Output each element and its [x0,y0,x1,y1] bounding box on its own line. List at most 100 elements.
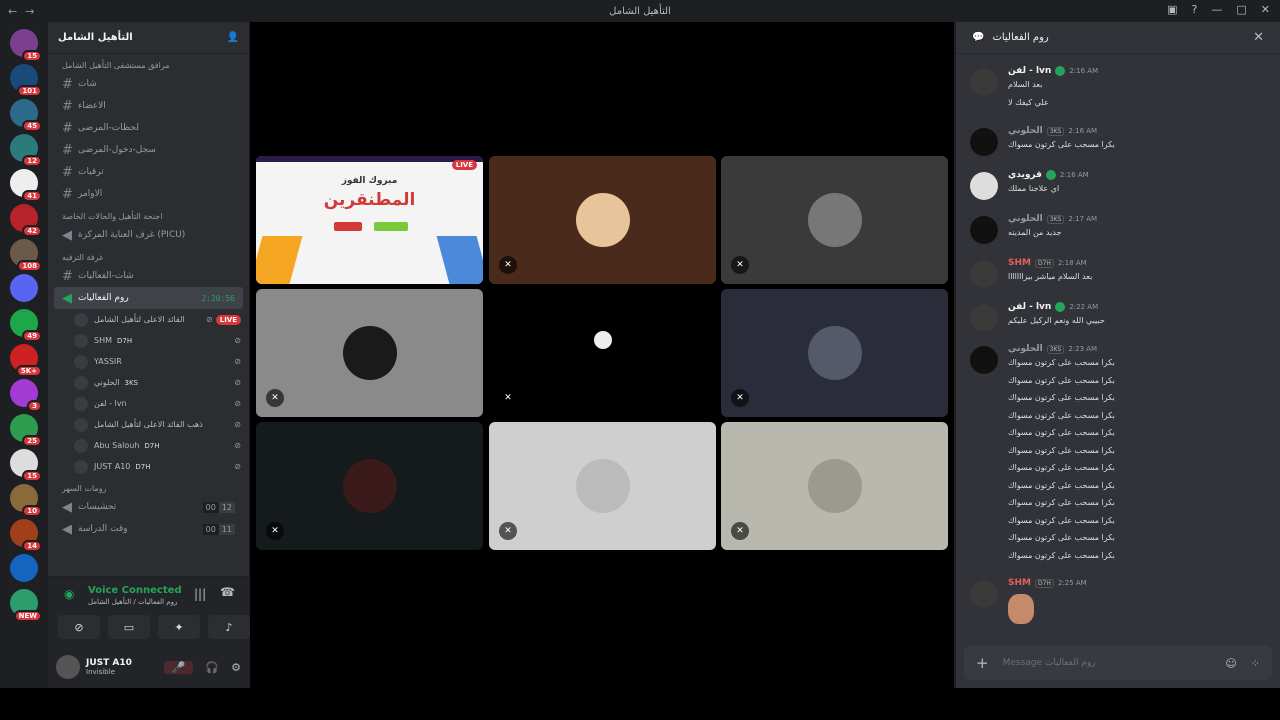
message-text: بكرا مسحب على كرتون مسواك [1008,445,1115,455]
text-channel[interactable]: # سجل-دخول-المرضى [54,139,243,161]
voice-channel[interactable]: ◀ تحشيسات 00 12 [54,496,243,518]
voice-channel-events[interactable]: ◀ روم الفعاليات 2:20:56 [54,287,243,309]
emoji-icon[interactable]: ☺ [1225,657,1236,670]
message-author[interactable]: SHM [1008,578,1031,588]
text-channel[interactable]: # الاعضاء [54,95,243,117]
settings-gear-icon[interactable]: ⚙ [231,661,241,674]
mention-badge: 108 [17,260,42,272]
message-header: SHM D7H 2:25 AM [1008,578,1270,588]
voice-user[interactable]: Abu Salouh D7H ⊘ [74,435,249,456]
voice-user[interactable]: القائد الاعلى لتأهيل الشامل ⊘ LIVE [74,309,249,330]
server-icon[interactable]: 45 [10,99,42,132]
voice-user[interactable]: JUST A10 D7H ⊘ [74,456,249,477]
participant-tile[interactable]: ✕ [489,422,716,550]
voice-user-name: الحلوني [94,378,120,387]
text-channel[interactable]: # شات [54,73,243,95]
chat-message: الحلوني 3KS 2:16 AM بكرا مسحب على كرتون مسو… [970,126,1270,156]
stream-tile[interactable]: LIVE مبروك الفوز المطنقرين [256,156,483,284]
channel-label: ترقيات [78,167,104,177]
chat-message: الحلوني 3KS 2:17 AM جديد من المدينه [970,214,1270,244]
server-icon[interactable] [10,274,38,302]
server-icon[interactable]: 10 [10,484,42,517]
voice-user[interactable]: YASSIR ⊘ [74,351,249,372]
signal-icon[interactable]: ◉ [64,587,74,601]
inbox-icon[interactable]: ▣ [1167,3,1177,16]
avatar[interactable] [970,128,998,156]
participant-tile[interactable]: ✕ [721,422,948,550]
message-input[interactable]: + Message روم الفعاليات ☺ ⁘ [964,646,1272,680]
server-icon[interactable]: 25 [10,414,42,447]
avatar[interactable] [56,655,80,679]
participant-tile[interactable]: ✕ [721,289,948,417]
text-channel[interactable]: # ترقيات [54,161,243,183]
message-header: الحلوني 3KS 2:16 AM [1008,126,1270,136]
server-icon[interactable]: 108 [10,239,42,272]
minimize-icon[interactable]: — [1211,3,1222,16]
message-author[interactable]: الحلوني [1008,214,1043,224]
server-icon[interactable]: 3 [10,379,42,412]
avatar[interactable] [970,580,998,608]
message-author[interactable]: قرويدي [1008,170,1042,180]
server-icon[interactable]: 41 [10,169,42,202]
server-icon[interactable]: 5K+ [10,344,42,377]
disconnect-icon[interactable]: ☎ [220,585,235,599]
camera-button[interactable]: ⊘ [58,615,100,639]
server-icon[interactable]: 15 [10,29,42,62]
category-header[interactable]: غرفة الترفيه [48,246,249,265]
avatar[interactable] [970,216,998,244]
voice-user[interactable]: ذهب القائد الاعلى لتأهيل الشامل ⊘ [74,414,249,435]
category-header[interactable]: اجنحة التأهيل والحالات الخاصة [48,205,249,224]
avatar[interactable] [970,304,998,332]
channel-label: روم الفعاليات [78,293,129,303]
avatar[interactable] [970,68,998,96]
voice-channel-picu[interactable]: ◀ غرف العناية المركزة (PICU) [54,224,243,246]
chat-message: الحلوني 3KS 2:23 AM بكرا مسحب على كرتون مسو… [970,344,1270,564]
screen-share-button[interactable]: ▭ [108,615,150,639]
participant-tile[interactable]: ✕ [721,156,948,284]
server-icon[interactable]: 12 [10,134,42,167]
participant-avatar [575,459,630,513]
message-author[interactable]: SHM [1008,258,1031,268]
voice-channel[interactable]: ◀ وقت الدراسة 00 11 [54,518,243,540]
message-author[interactable]: لفن - lvn [1008,302,1051,312]
category-header[interactable]: مرافق مستشفى التأهيل الشامل [48,54,249,73]
avatar[interactable] [970,260,998,288]
noise-suppression-icon[interactable]: ||| [194,587,206,601]
soundboard-button[interactable]: ♪ [208,615,250,639]
message-author[interactable]: لفن - lvn [1008,66,1051,76]
close-icon[interactable]: ✕ [1253,30,1264,45]
apps-icon[interactable]: ⁘ [1251,657,1260,670]
activities-button[interactable]: ✦ [158,615,200,639]
maximize-icon[interactable]: □ [1236,3,1246,16]
participant-tile[interactable]: ✕ [256,422,483,550]
server-icon[interactable]: 15 [10,449,42,482]
text-channel[interactable]: # لحظات-المرضى [54,117,243,139]
message-author[interactable]: الحلوني [1008,344,1043,354]
voice-user[interactable]: لفن - lvn ⊘ [74,393,249,414]
message-author[interactable]: الحلوني [1008,126,1043,136]
voice-user[interactable]: الحلوني 3KS ⊘ [74,372,249,393]
participant-tile[interactable]: ✕ [256,289,483,417]
server-header[interactable]: التأهيل الشامل 👤 [48,22,249,54]
avatar[interactable] [970,172,998,200]
server-icon[interactable] [10,554,38,582]
category-header[interactable]: رومات السهر [48,477,249,496]
headphones-icon[interactable]: 🎧 [205,661,219,674]
avatar[interactable] [970,346,998,374]
text-channel[interactable]: # الاوامر [54,183,243,205]
participant-tile[interactable]: ✕ [489,156,716,284]
voice-user[interactable]: SHM D7H ⊘ [74,330,249,351]
server-icon[interactable]: 42 [10,204,42,237]
help-icon[interactable]: ? [1192,3,1198,16]
plus-icon[interactable]: + [976,654,989,672]
server-icon[interactable]: NEW [10,589,42,622]
mute-mic-icon[interactable]: 🎤 [163,660,194,674]
voice-status-subtitle: روم الفعاليات / التأهيل الشامل [88,598,178,606]
participant-tile[interactable]: ✕ [489,289,716,417]
server-icon[interactable]: 49 [10,309,42,342]
server-icon[interactable]: 14 [10,519,42,552]
text-channel-events[interactable]: # شات-الفعاليات [54,265,243,287]
server-icon[interactable]: 101 [10,64,42,97]
add-member-icon[interactable]: 👤 [227,32,239,43]
close-window-icon[interactable]: ✕ [1261,3,1270,16]
